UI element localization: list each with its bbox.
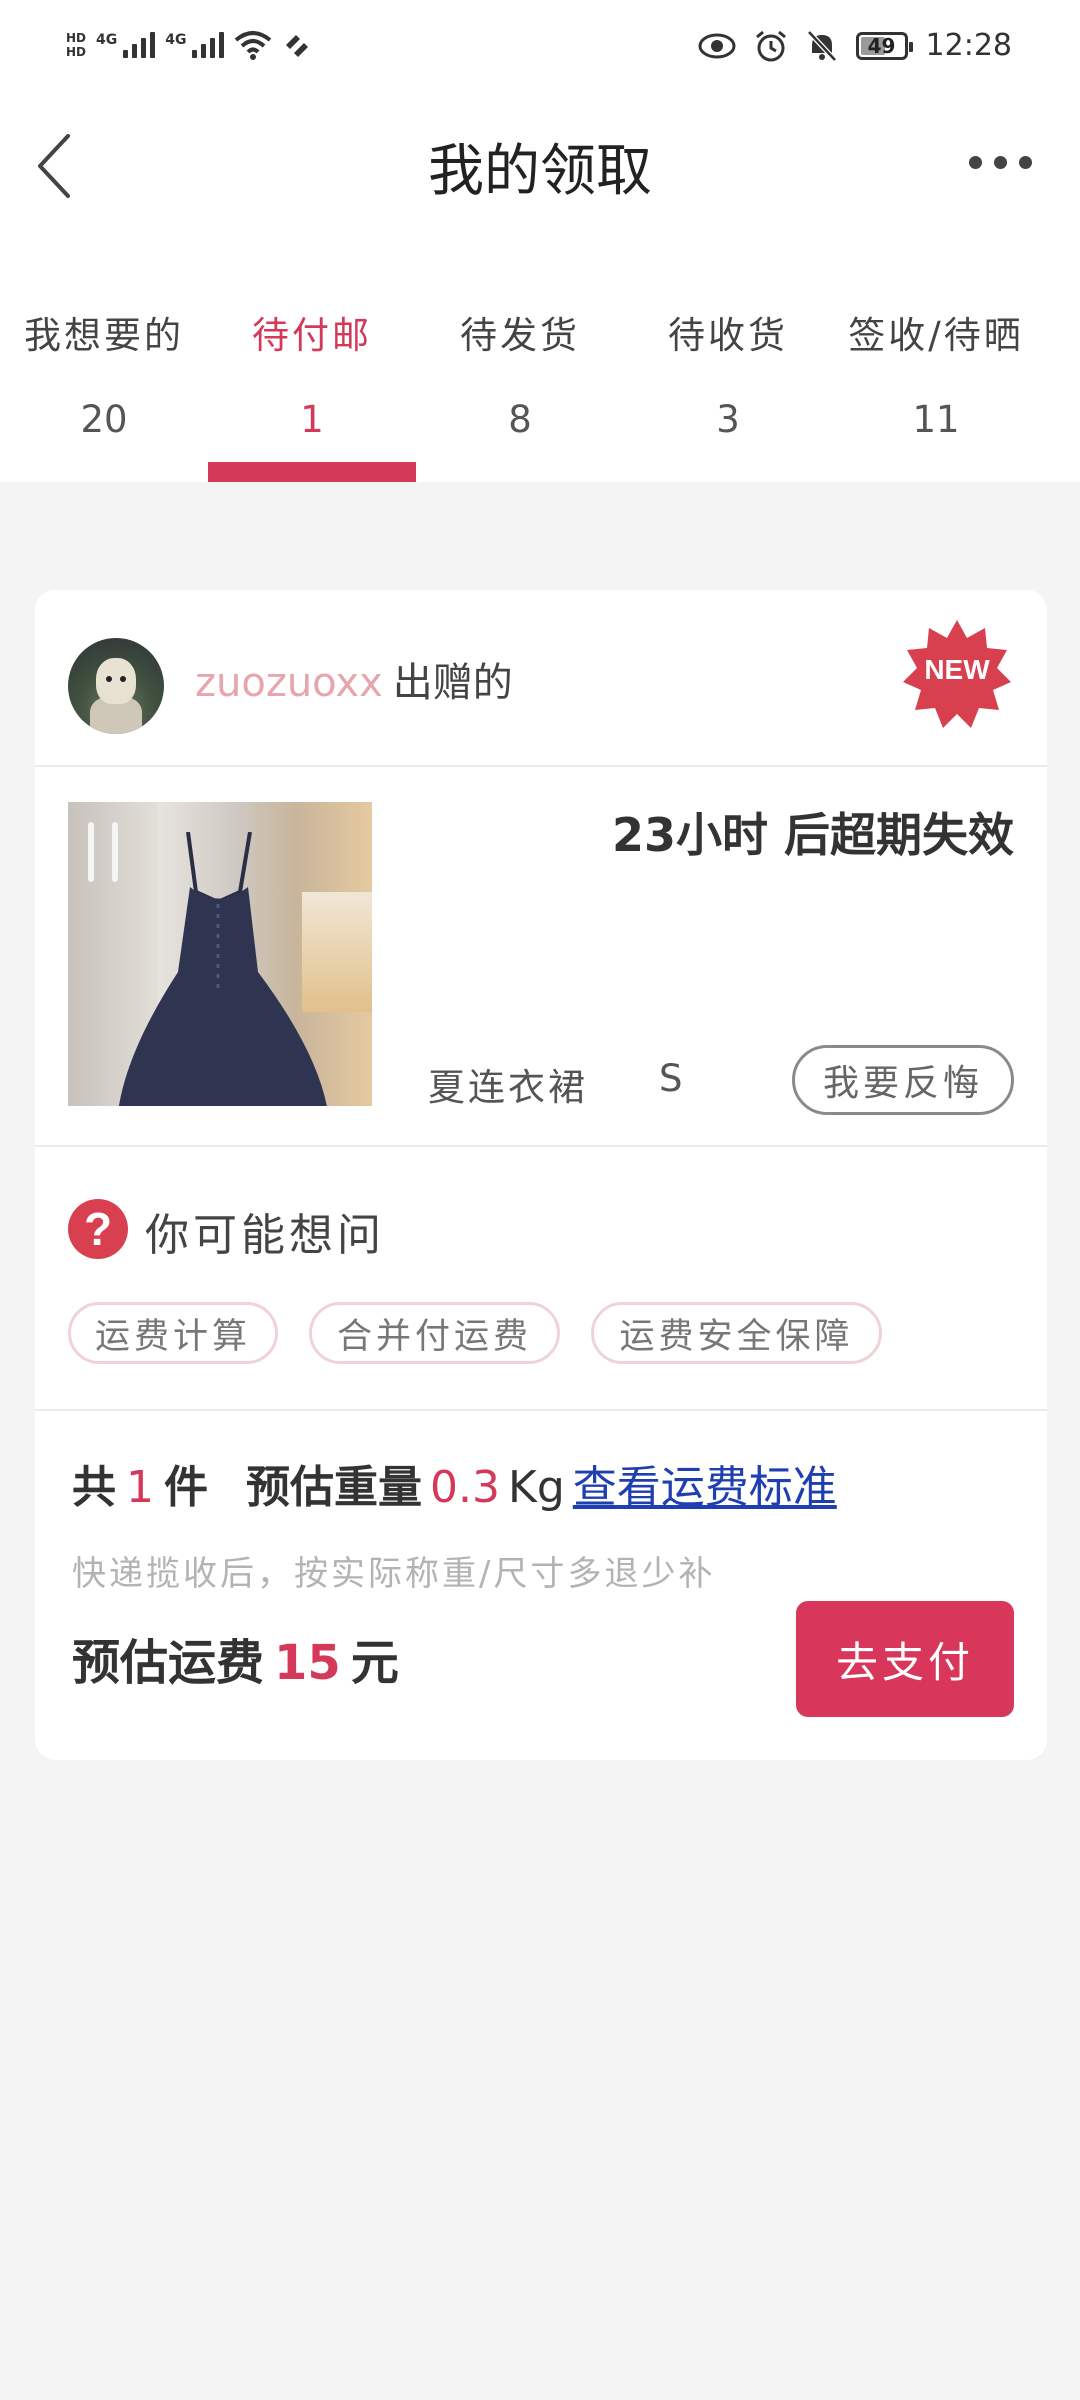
tab-label: 我想要的 (24, 314, 184, 357)
weight-label: 预估重量 (246, 1462, 422, 1513)
signal-icon: 4G (96, 32, 156, 58)
faq-chip-shipping-protection[interactable]: 运费安全保障 (591, 1302, 882, 1364)
count-suffix: 件 (164, 1462, 208, 1513)
tab-wanted[interactable]: 我想要的 20 (0, 290, 208, 482)
giver-name[interactable]: zuozuoxx (195, 660, 383, 706)
tab-count: 11 (912, 398, 960, 441)
tab-count: 8 (508, 398, 532, 441)
item-image[interactable] (68, 802, 372, 1106)
estimated-fee: 预估运费 15 元 (72, 1623, 399, 1693)
question-icon: ? (68, 1199, 128, 1259)
tab-count: 20 (80, 398, 128, 441)
giver-info: zuozuoxx 出赠的 (195, 650, 513, 708)
giver-suffix: 出赠的 (392, 660, 513, 706)
avatar[interactable] (68, 638, 164, 734)
new-badge: NEW (901, 618, 1013, 730)
dress-image (118, 832, 327, 1106)
item-name: 夏连衣裙 (428, 1066, 588, 1109)
battery-icon: 49 (855, 31, 913, 60)
weight-value: 0.3 (430, 1462, 500, 1513)
weight-unit: Kg (507, 1462, 565, 1513)
new-badge-label: NEW (924, 654, 990, 685)
status-right: 49 12:28 (698, 28, 1012, 63)
card-header: zuozuoxx 出赠的 NEW (35, 590, 1047, 767)
status-left: HD HD 4G 4G (66, 30, 314, 60)
fee-unit: 元 (350, 1635, 399, 1691)
tab-received-review[interactable]: 签收/待晒 11 (832, 290, 1040, 482)
expire-countdown: 23小时 后超期失效 (611, 808, 1014, 862)
faq-section: ? 你可能想问 运费计算 合并付运费 运费安全保障 (35, 1147, 1047, 1411)
tab-label: 签收/待晒 (848, 314, 1024, 357)
page-header: 我的领取 (0, 100, 1080, 290)
page-title: 我的领取 (428, 139, 652, 204)
alarm-icon (755, 30, 786, 61)
hd-label-1: HD (66, 31, 87, 45)
faq-title: 你可能想问 (145, 1210, 385, 1261)
summary-line: 共 1 件 预估重量 0.3 Kg 查看运费标准 (72, 1451, 837, 1515)
count-prefix: 共 (72, 1462, 116, 1513)
faq-chip-shipping-calc[interactable]: 运费计算 (68, 1302, 278, 1364)
tab-count: 3 (716, 398, 740, 441)
signal-icon-2: 4G (165, 32, 225, 58)
more-icon[interactable] (969, 156, 1032, 169)
tab-label: 待付邮 (252, 314, 372, 357)
item-size: S (659, 1057, 683, 1100)
tab-pending-receipt[interactable]: 待收货 3 (624, 290, 832, 482)
data-saver-icon (286, 35, 309, 57)
payment-summary: 共 1 件 预估重量 0.3 Kg 查看运费标准 快递揽收后，按实际称重/尺寸多… (35, 1411, 1047, 1760)
active-tab-indicator (208, 462, 416, 482)
battery-level: 49 (867, 33, 896, 58)
hd-indicator: HD HD (66, 32, 86, 58)
order-card: zuozuoxx 出赠的 NEW 23小时 后超期失效 夏连衣裙 S 我要反悔 ? (35, 590, 1047, 1760)
shipping-standard-link[interactable]: 查看运费标准 (573, 1451, 837, 1515)
wifi-icon (235, 31, 272, 60)
eye-icon (698, 33, 736, 58)
faq-chip-combine-shipping[interactable]: 合并付运费 (309, 1302, 560, 1364)
regret-button[interactable]: 我要反悔 (792, 1045, 1014, 1115)
tab-label: 待发货 (460, 314, 580, 357)
tab-pending-shipment[interactable]: 待发货 8 (416, 290, 624, 482)
status-bar: HD HD 4G 4G 49 12:28 (0, 0, 1080, 100)
item-row[interactable]: 23小时 后超期失效 夏连衣裙 S 我要反悔 (35, 767, 1047, 1147)
fee-value: 15 (274, 1635, 341, 1691)
tab-count: 1 (300, 398, 324, 441)
tab-pending-postage[interactable]: 待付邮 1 (208, 290, 416, 482)
network-type-1: 4G (96, 32, 118, 48)
pay-button[interactable]: 去支付 (796, 1601, 1014, 1717)
hd-label-2: HD (66, 45, 87, 59)
network-type-2: 4G (165, 32, 187, 48)
mute-bell-icon (806, 29, 837, 62)
tab-bar: 我想要的 20 待付邮 1 待发货 8 待收货 3 签收/待晒 11 (0, 290, 1080, 482)
tab-label: 待收货 (668, 314, 788, 357)
item-count: 1 (126, 1462, 154, 1513)
status-time: 12:28 (925, 28, 1012, 63)
fee-label: 预估运费 (72, 1635, 265, 1691)
summary-note: 快递揽收后，按实际称重/尺寸多退少补 (72, 1554, 716, 1594)
